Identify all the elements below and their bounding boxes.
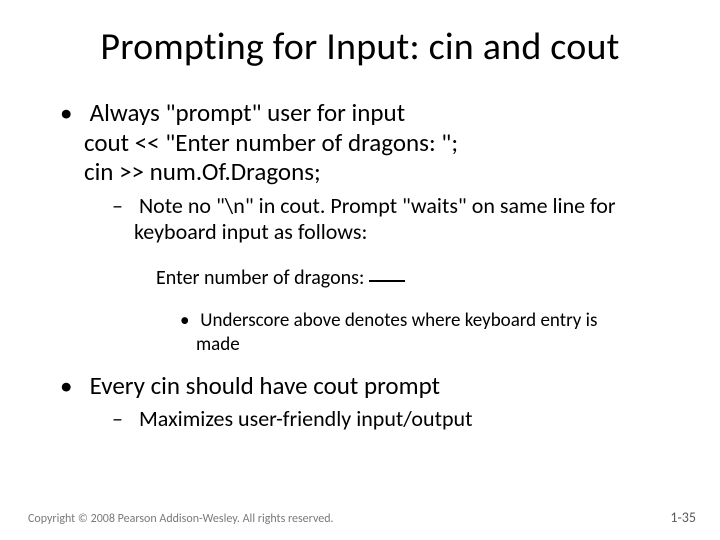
bullet-1-sub-1-note: Underscore above denotes where keyboard … [28, 309, 692, 357]
bullet-1-sub-1-text: Note no "\n" in cout. Prompt "waits" on … [134, 192, 616, 246]
bullet-1-sub-1: Note no "\n" in cout. Prompt "waits" on … [28, 193, 692, 247]
bullet-2-sub-1: Maximizes user-friendly input/output [28, 406, 692, 433]
bullet-1: Always "prompt" user for input cout << "… [28, 98, 692, 187]
example-line: Enter number of dragons: [28, 266, 692, 291]
footer-copyright: Copyright © 2008 Pearson Addison-Wesley.… [28, 512, 334, 526]
slide-title: Prompting for Input: cin and cout [0, 0, 720, 78]
bullet-1-line2: cout << "Enter number of dragons: "; [84, 128, 692, 158]
bullet-2: Every cin should have cout prompt [28, 371, 692, 401]
slide-body: Always "prompt" user for input cout << "… [0, 78, 720, 433]
footer-page-number: 1-35 [670, 509, 696, 526]
bullet-list: Always "prompt" user for input cout << "… [28, 98, 692, 433]
example-text: Enter number of dragons: [156, 266, 369, 290]
bullet-2-sub-1-text: Maximizes user-friendly input/output [139, 405, 472, 432]
slide: Prompting for Input: cin and cout Always… [0, 0, 720, 540]
blank-underscore [369, 280, 405, 282]
bullet-1-line1: Always "prompt" user for input [90, 97, 405, 128]
bullet-1-sub-1-note-text: Underscore above denotes where keyboard … [196, 309, 597, 356]
bullet-1-line3: cin >> num.Of.Dragons; [84, 157, 692, 187]
bullet-2-text: Every cin should have cout prompt [90, 370, 440, 401]
